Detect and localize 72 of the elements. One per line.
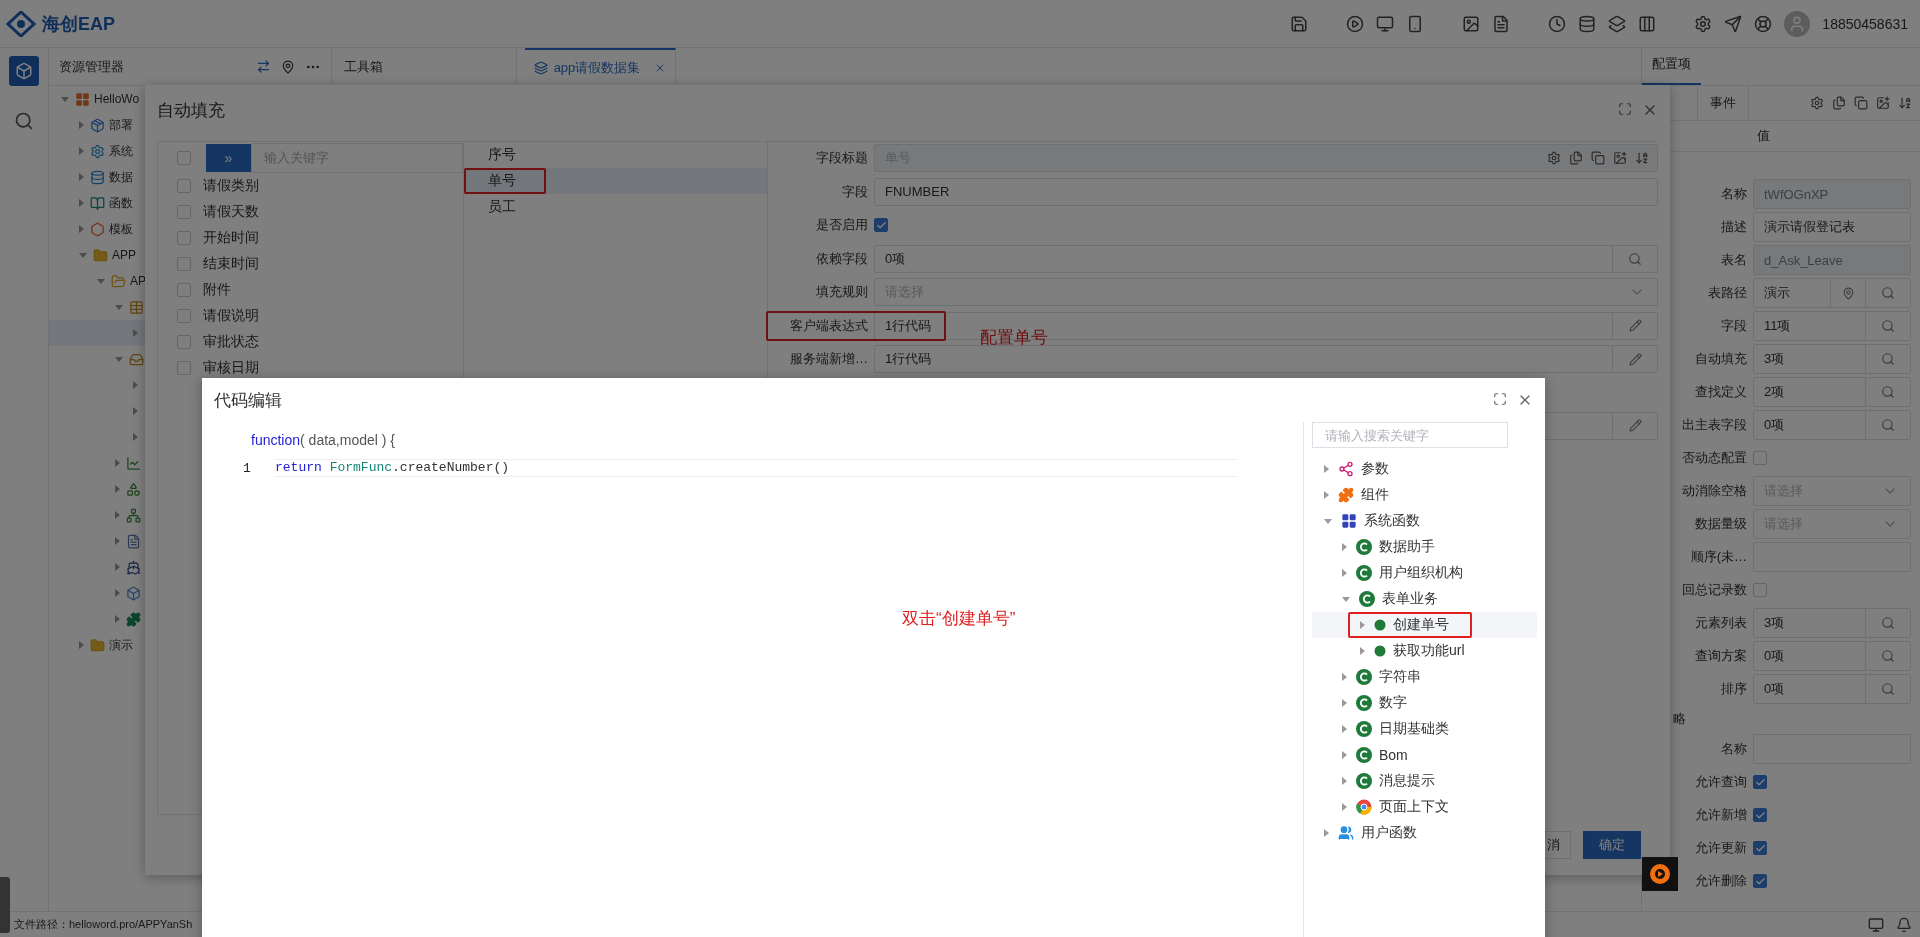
field-label: 表名 xyxy=(1720,251,1748,269)
field-label: 元素列表 xyxy=(1694,614,1748,632)
field-label: 允许更新 xyxy=(1694,839,1748,857)
field-label: 排序 xyxy=(1720,680,1748,698)
panel-title: 工具箱 xyxy=(344,57,383,76)
tree-label: 获取功能url xyxy=(1393,642,1465,660)
tree-label: 模板 xyxy=(109,220,133,238)
field-label: 查找定义 xyxy=(1694,383,1748,401)
field-label: 允许新增 xyxy=(1694,806,1748,824)
field-name: 审核日期 xyxy=(203,359,259,377)
section-title: 略 xyxy=(1673,710,1686,728)
tree-label: HelloWo xyxy=(94,92,140,106)
field-name: 开始时间 xyxy=(203,229,259,247)
tree-label: 参数 xyxy=(1361,460,1389,478)
field-label: 依赖字段 xyxy=(815,249,869,268)
field-label: 动消除空格 xyxy=(1681,482,1748,500)
field-label: 顺序(未… xyxy=(1689,548,1748,566)
field-label: 名称 xyxy=(1720,185,1748,203)
tree-label: 演示 xyxy=(109,636,133,654)
dialog-title: 自动填充 xyxy=(157,99,225,122)
field-name: 请假天数 xyxy=(203,203,259,221)
annotation-text: 双击“创建单号” xyxy=(902,608,1016,630)
line-number: 1 xyxy=(242,460,252,476)
tree-label: 日期基础类 xyxy=(1379,720,1449,738)
field-label: 回总记录数 xyxy=(1681,581,1748,599)
tree-label: 系统 xyxy=(109,142,133,160)
field-label: 是否启用 xyxy=(815,216,869,234)
field-label: 表路径 xyxy=(1707,284,1748,302)
field-label: 自动填充 xyxy=(1694,350,1748,368)
field-label: 否动态配置 xyxy=(1681,449,1748,467)
field-label: 出主表字段 xyxy=(1681,416,1748,434)
field-label: 客户端表达式 xyxy=(789,316,869,335)
field-label: 填充规则 xyxy=(815,283,869,301)
field-label: 名称 xyxy=(1720,740,1748,758)
tree-label: 创建单号 xyxy=(1393,616,1449,634)
field-name: 请假说明 xyxy=(203,307,259,325)
tree-label: 组件 xyxy=(1361,486,1389,504)
logo-text: 海创EAP xyxy=(42,12,115,36)
dialog-title: 代码编辑 xyxy=(214,389,282,412)
tree-label: 系统函数 xyxy=(1364,512,1420,530)
tree-label: Bom xyxy=(1379,747,1408,763)
tree-label: 函数 xyxy=(109,194,133,212)
field-label: 字段标题 xyxy=(815,149,869,167)
field-label: 字段 xyxy=(1720,317,1748,335)
tree-label: 部署 xyxy=(109,116,133,134)
tree-label: 数据 xyxy=(109,168,133,186)
tree-label: 消息提示 xyxy=(1379,772,1435,790)
field-name: 附件 xyxy=(203,281,231,299)
field-label: 查询方案 xyxy=(1694,647,1748,665)
tree-label: 用户组织机构 xyxy=(1379,564,1463,582)
panel-title: 资源管理器 xyxy=(59,57,124,76)
field-label: 描述 xyxy=(1720,218,1748,236)
field-label: 字段 xyxy=(841,182,869,201)
tree-label: APP xyxy=(112,248,136,262)
tree-label: AP xyxy=(130,274,146,288)
tree-label: 数字 xyxy=(1379,694,1407,712)
tree-label: 字符串 xyxy=(1379,668,1421,686)
tree-label: 数据助手 xyxy=(1379,538,1435,556)
field-label: 允许查询 xyxy=(1694,773,1748,791)
field-label: 服务端新增… xyxy=(789,350,869,368)
tab-label: app请假数据集 xyxy=(553,58,641,77)
field-name: 请假类别 xyxy=(203,177,259,195)
tree-label: 用户函数 xyxy=(1361,824,1417,842)
field-label: 数据量级 xyxy=(1694,515,1748,533)
field-label: 允许删除 xyxy=(1694,872,1748,890)
field-name: 结束时间 xyxy=(203,255,259,273)
column-header: 值 xyxy=(1757,127,1770,145)
field-name: 审批状态 xyxy=(203,333,259,351)
tree-label: 表单业务 xyxy=(1382,590,1438,608)
file-path: 文件路径：helloword.pro/APPYanSh xyxy=(14,917,193,932)
tree-label: 页面上下文 xyxy=(1379,798,1449,816)
function-signature: function( data,model ) { xyxy=(250,431,396,450)
